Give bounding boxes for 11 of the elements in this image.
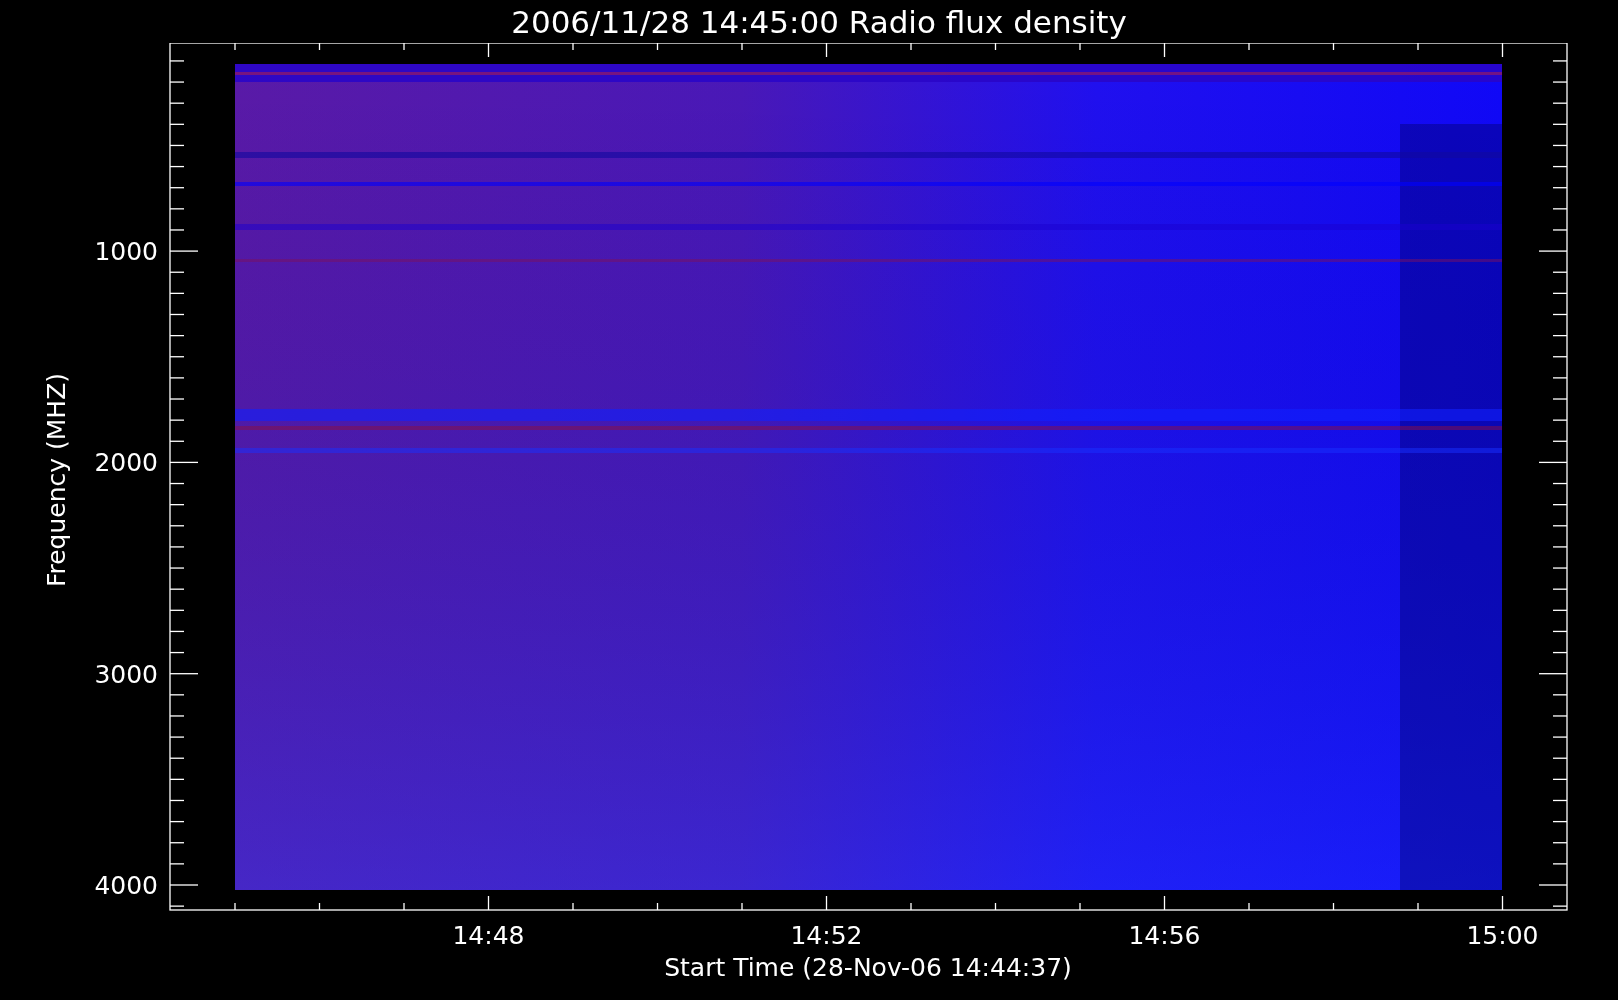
tick-label: 15:00: [1466, 921, 1539, 950]
tick-label: 1000: [94, 237, 158, 267]
axis-title: Start Time (28-Nov-06 14:44:37): [664, 953, 1072, 982]
tick-label: 4000: [94, 871, 158, 900]
tick-label: 2000: [94, 448, 158, 478]
chart-title: 2006/11/28 14:45:00 Radio flux density: [510, 3, 1127, 40]
tick-label: 3000: [94, 659, 158, 689]
axis-title: Frequency (MHZ): [42, 372, 71, 588]
tick-label: 14:52: [790, 921, 863, 950]
tick-label: 14:48: [452, 921, 525, 950]
tick-label: 14:56: [1128, 921, 1201, 950]
